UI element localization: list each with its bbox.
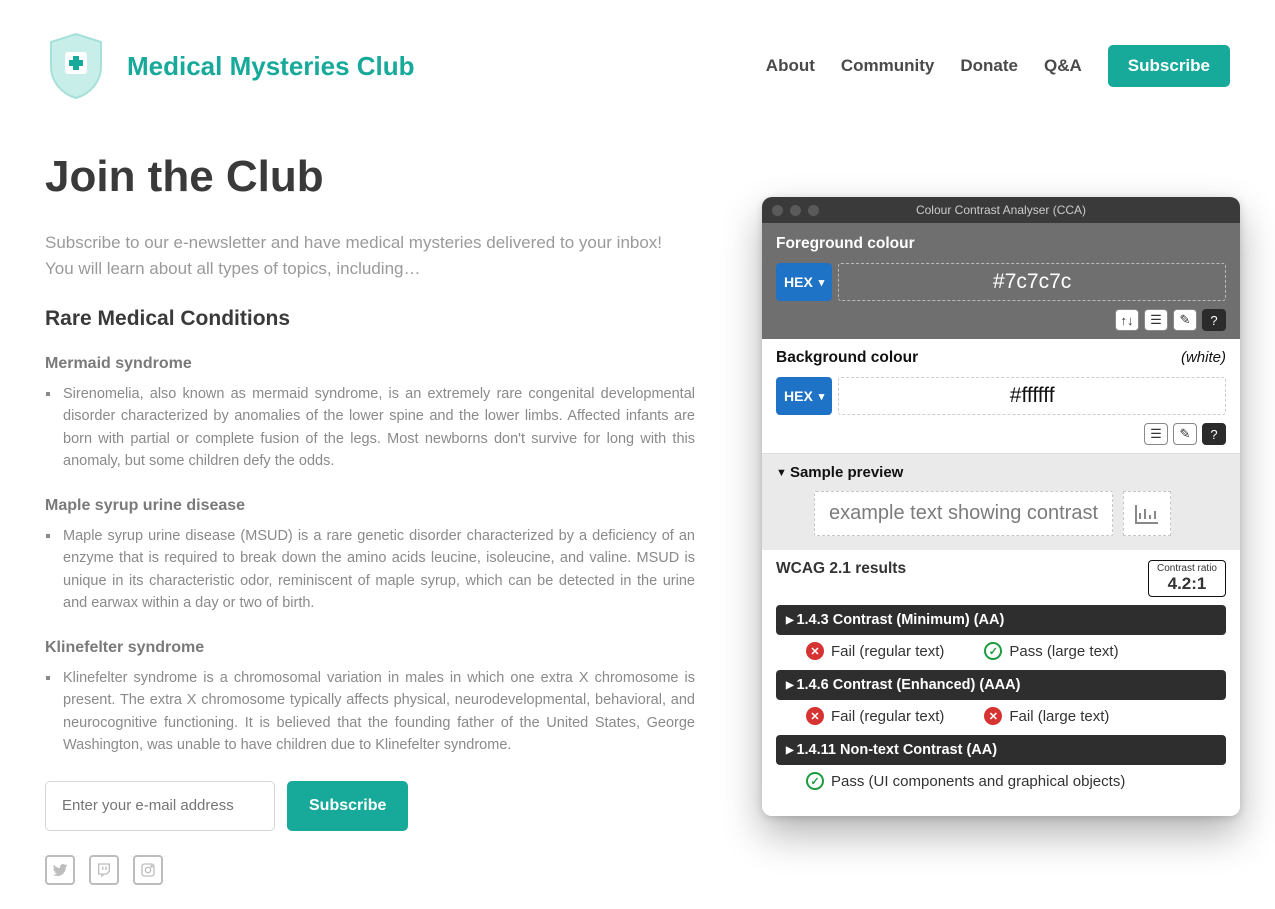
contrast-ratio-box: Contrast ratio 4.2:1 [1148, 560, 1226, 597]
cca-window: Colour Contrast Analyser (CCA) Foregroun… [762, 197, 1240, 816]
condition-title: Maple syrup urine disease [45, 497, 695, 515]
result-label: Pass (large text) [1009, 643, 1118, 660]
swap-icon[interactable]: ↑↓ [1115, 309, 1139, 331]
result-bar-nontext[interactable]: 1.4.11 Non-text Contrast (AA) [776, 735, 1226, 765]
subscribe-row: Subscribe [45, 781, 695, 831]
condition-title: Mermaid syndrome [45, 355, 695, 373]
section-title: Rare Medical Conditions [45, 307, 695, 331]
close-icon[interactable] [772, 205, 783, 216]
result-label: Fail (large text) [1009, 708, 1109, 725]
sample-text: example text showing contrast [814, 491, 1113, 536]
nav-qna[interactable]: Q&A [1044, 56, 1082, 76]
help-icon[interactable]: ? [1202, 423, 1226, 445]
list-item: Sirenomelia, also known as mermaid syndr… [61, 383, 695, 473]
results-section: WCAG 2.1 results Contrast ratio 4.2:1 1.… [762, 550, 1240, 816]
result-row: ✕ Fail (regular text) ✓ Pass (large text) [776, 642, 1226, 670]
result-bar-aa-minimum[interactable]: 1.4.3 Contrast (Minimum) (AA) [776, 605, 1226, 635]
twitch-icon[interactable] [89, 855, 119, 885]
ratio-value: 4.2:1 [1157, 574, 1217, 594]
fail-regular: ✕ Fail (regular text) [806, 642, 944, 660]
cca-titlebar[interactable]: Colour Contrast Analyser (CCA) [762, 197, 1240, 223]
sample-preview-section: Sample preview example text showing cont… [762, 454, 1240, 550]
fail-large: ✕ Fail (large text) [984, 707, 1109, 725]
social-icons [45, 855, 695, 885]
condition-body: Sirenomelia, also known as mermaid syndr… [61, 383, 695, 473]
result-label: Fail (regular text) [831, 643, 944, 660]
background-section: (white) Background colour HEX #ffffff ☰ … [762, 339, 1240, 454]
logo-icon [45, 30, 107, 102]
brand-title: Medical Mysteries Club [127, 51, 415, 82]
condition-title: Klinefelter syndrome [45, 639, 695, 657]
pass-ui: ✓ Pass (UI components and graphical objec… [806, 772, 1125, 790]
window-controls[interactable] [772, 205, 819, 216]
zoom-icon[interactable] [808, 205, 819, 216]
foreground-value-input[interactable]: #7c7c7c [838, 263, 1226, 301]
pass-icon: ✓ [806, 772, 824, 790]
eyedropper-icon[interactable]: ✎ [1173, 423, 1197, 445]
foreground-section: Foreground colour HEX #7c7c7c ↑↓ ☰ ✎ ? [762, 223, 1240, 339]
minimize-icon[interactable] [790, 205, 801, 216]
fail-regular: ✕ Fail (regular text) [806, 707, 944, 725]
nav-about[interactable]: About [766, 56, 815, 76]
result-label: Pass (UI components and graphical object… [831, 773, 1125, 790]
main-content: Join the Club Subscribe to our e-newslet… [0, 122, 740, 885]
sample-header[interactable]: Sample preview [776, 464, 1226, 481]
white-note: (white) [1181, 349, 1226, 366]
ratio-label: Contrast ratio [1157, 563, 1217, 574]
results-title: WCAG 2.1 results [776, 560, 906, 578]
result-row: ✕ Fail (regular text) ✕ Fail (large text) [776, 707, 1226, 735]
brand: Medical Mysteries Club [45, 30, 415, 102]
sliders-icon[interactable]: ☰ [1144, 309, 1168, 331]
fail-icon: ✕ [984, 707, 1002, 725]
background-format-select[interactable]: HEX [776, 377, 832, 415]
subscribe-button[interactable]: Subscribe [287, 781, 408, 831]
fail-icon: ✕ [806, 642, 824, 660]
foreground-label: Foreground colour [776, 235, 1226, 253]
condition-body: Klinefelter syndrome is a chromosomal va… [61, 667, 695, 757]
page-title: Join the Club [45, 152, 695, 202]
list-item: Maple syrup urine disease (MSUD) is a ra… [61, 525, 695, 615]
site-header: Medical Mysteries Club About Community D… [0, 0, 1275, 122]
nav-community[interactable]: Community [841, 56, 935, 76]
email-field[interactable] [45, 781, 275, 831]
background-label: Background colour [776, 349, 1226, 367]
nav: About Community Donate Q&A Subscribe [766, 45, 1230, 87]
result-label: Fail (regular text) [831, 708, 944, 725]
cca-window-title: Colour Contrast Analyser (CCA) [762, 203, 1240, 217]
result-row: ✓ Pass (UI components and graphical objec… [776, 772, 1226, 800]
nav-subscribe-button[interactable]: Subscribe [1108, 45, 1230, 87]
fail-icon: ✕ [806, 707, 824, 725]
chart-icon[interactable] [1123, 491, 1171, 536]
pass-large: ✓ Pass (large text) [984, 642, 1118, 660]
result-bar-aaa-enhanced[interactable]: 1.4.6 Contrast (Enhanced) (AAA) [776, 670, 1226, 700]
instagram-icon[interactable] [133, 855, 163, 885]
background-value-input[interactable]: #ffffff [838, 377, 1226, 415]
intro-text: Subscribe to our e-newsletter and have m… [45, 230, 695, 281]
eyedropper-icon[interactable]: ✎ [1173, 309, 1197, 331]
help-icon[interactable]: ? [1202, 309, 1226, 331]
pass-icon: ✓ [984, 642, 1002, 660]
condition-body: Maple syrup urine disease (MSUD) is a ra… [61, 525, 695, 615]
sliders-icon[interactable]: ☰ [1144, 423, 1168, 445]
foreground-format-select[interactable]: HEX [776, 263, 832, 301]
list-item: Klinefelter syndrome is a chromosomal va… [61, 667, 695, 757]
nav-donate[interactable]: Donate [960, 56, 1018, 76]
twitter-icon[interactable] [45, 855, 75, 885]
